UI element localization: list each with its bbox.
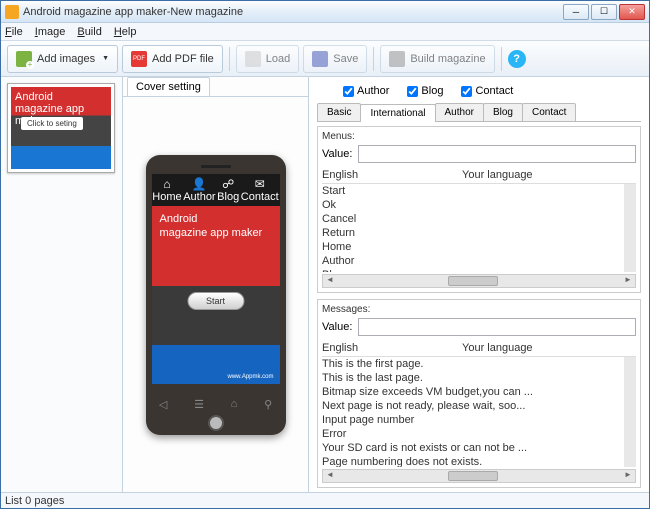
list-item[interactable]: Start [322,184,624,198]
nav-author[interactable]: 👤Author [183,178,215,203]
start-button[interactable]: Start [187,292,244,310]
trackball-icon [208,415,224,431]
tab-international[interactable]: International [360,104,435,122]
list-item[interactable]: This is the last page. [322,371,624,385]
list-item[interactable]: Next page is not ready, please wait, soo… [322,399,624,413]
tab-basic[interactable]: Basic [317,103,361,121]
list-item[interactable]: Blog [322,268,624,272]
messages-list[interactable]: This is the first page.This is the last … [322,357,636,467]
window-title: Android magazine app maker-New magazine [23,6,563,18]
close-button[interactable]: ✕ [619,4,645,20]
phone-back-icon: ◁ [159,398,167,411]
nav-blog[interactable]: ☍Blog [217,178,239,203]
messages-value-input[interactable] [358,318,636,336]
list-item[interactable]: Error [322,427,624,441]
nav-home[interactable]: ⌂Home [152,178,181,203]
build-magazine-button[interactable]: Build magazine [380,45,494,73]
list-item[interactable]: Author [322,254,624,268]
save-icon [312,51,328,67]
messages-hscroll[interactable]: ◄► [322,469,636,483]
checkbox-author[interactable]: Author [343,85,389,97]
nav-contact[interactable]: ✉Contact [241,178,279,203]
blog-icon: ☍ [217,178,239,191]
menu-file[interactable]: File [5,26,23,38]
author-icon: 👤 [183,178,215,191]
save-button[interactable]: Save [303,45,367,73]
page-list-panel: Androidmagazine app maker Click to setin… [1,77,123,492]
phone-menu-icon: ☰ [194,398,204,411]
list-item[interactable]: Home [322,240,624,254]
minimize-button[interactable]: ─ [563,4,589,20]
pdf-icon: PDF [131,51,147,67]
tab-author[interactable]: Author [435,103,484,121]
load-icon [245,51,261,67]
image-icon [16,51,32,67]
help-button[interactable]: ? [508,50,526,68]
list-item[interactable]: Ok [322,198,624,212]
menu-help[interactable]: Help [114,26,137,38]
load-button[interactable]: Load [236,45,299,73]
list-item[interactable]: Bitmap size exceeds VM budget,you can ..… [322,385,624,399]
list-item[interactable]: Input page number [322,413,624,427]
tab-contact[interactable]: Contact [522,103,576,121]
dropdown-caret-icon: ▼ [102,55,109,62]
menu-image[interactable]: Image [35,26,66,38]
tab-blog[interactable]: Blog [483,103,523,121]
menus-hscroll[interactable]: ◄► [322,274,636,288]
home-icon: ⌂ [152,178,181,191]
add-pdf-button[interactable]: PDF Add PDF file [122,45,223,73]
list-item[interactable]: This is the first page. [322,357,624,371]
add-images-button[interactable]: Add images ▼ [7,45,118,73]
app-icon [5,5,19,19]
list-item[interactable]: Return [322,226,624,240]
messages-group: Messages: Value: English Your language T… [317,299,641,488]
page-thumbnail[interactable]: Androidmagazine app maker Click to setin… [7,83,115,173]
contact-icon: ✉ [241,178,279,191]
menu-build[interactable]: Build [77,26,101,38]
status-text: List 0 pages [5,495,64,507]
checkbox-blog[interactable]: Blog [407,85,443,97]
list-item[interactable]: Page numbering does not exists. [322,455,624,467]
list-item[interactable]: Cancel [322,212,624,226]
menus-value-input[interactable] [358,145,636,163]
checkbox-contact[interactable]: Contact [461,85,513,97]
phone-preview: ⌂Home 👤Author ☍Blog ✉Contact Androidmaga… [146,155,286,435]
menus-list[interactable]: StartOkCancelReturnHomeAuthorBlogContact… [322,184,636,272]
phone-search-icon: ⚲ [264,398,272,411]
tab-cover-setting[interactable]: Cover setting [127,77,210,96]
phone-home-icon: ⌂ [231,398,238,411]
build-icon [389,51,405,67]
menus-group: Menus: Value: English Your language Star… [317,126,641,293]
maximize-button[interactable]: ☐ [591,4,617,20]
list-item[interactable]: Your SD card is not exists or can not be… [322,441,624,455]
